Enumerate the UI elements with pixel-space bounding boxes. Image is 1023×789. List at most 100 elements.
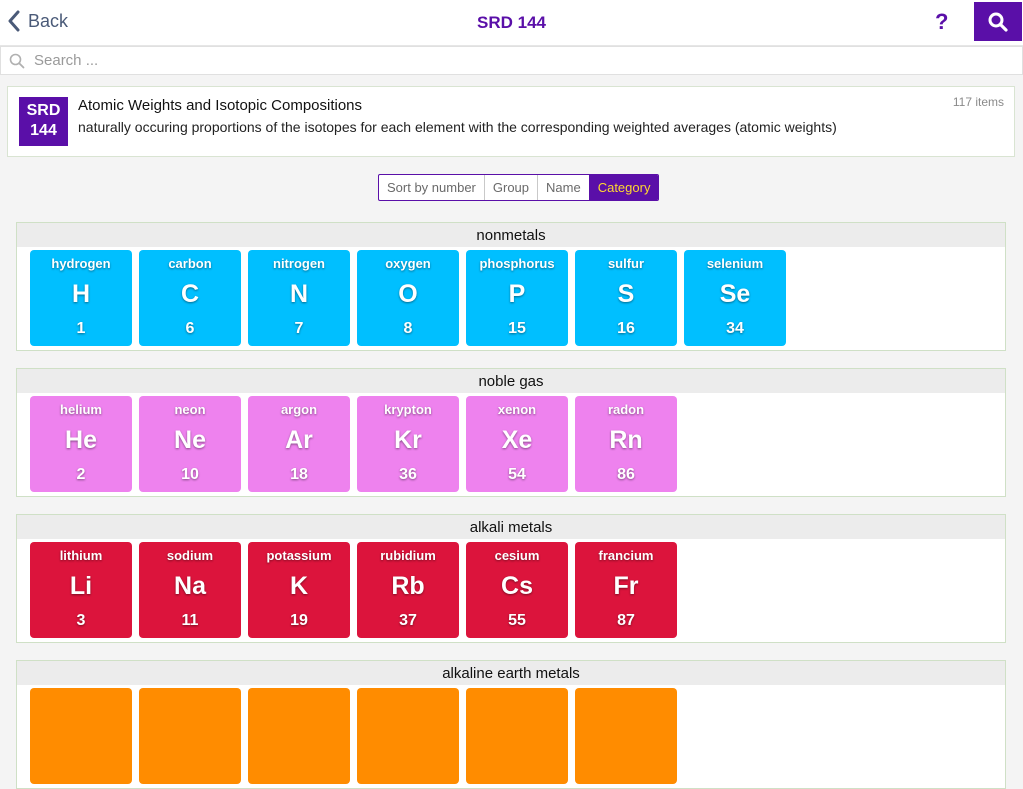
element-tile[interactable]: rubidium Rb 37 [357, 542, 459, 638]
element-tile[interactable]: phosphorus P 15 [466, 250, 568, 346]
element-symbol: K [289, 572, 309, 600]
search-input[interactable] [34, 52, 934, 69]
search-icon [9, 53, 25, 68]
element-tile[interactable]: hydrogen H 1 [30, 250, 132, 346]
category-header: alkaline earth metals [17, 661, 1005, 685]
element-symbol: He [65, 426, 97, 454]
element-number: 87 [617, 612, 635, 629]
element-tile[interactable] [139, 688, 241, 784]
element-tile[interactable]: nitrogen N 7 [248, 250, 350, 346]
element-tile[interactable]: potassium K 19 [248, 542, 350, 638]
element-tiles: lithium Li 3 sodium Na 11 potassium K 19 rubidium… [30, 542, 684, 638]
element-tile[interactable]: lithium Li 3 [30, 542, 132, 638]
element-name: lithium [59, 548, 103, 563]
element-number: 55 [508, 612, 526, 629]
element-symbol: C [180, 280, 200, 308]
category-group: alkali metals lithium Li 3 sodium Na 11 potassi… [16, 514, 1006, 643]
element-symbol: H [71, 280, 91, 308]
element-name: nitrogen [273, 256, 325, 271]
category-group: alkaline earth metals [16, 660, 1006, 789]
element-number: 11 [181, 612, 199, 629]
element-tiles [30, 688, 684, 784]
element-name: carbon [168, 256, 212, 271]
sort-by-group-option[interactable]: Group [483, 175, 537, 200]
back-button[interactable]: Back [8, 10, 68, 32]
element-tile[interactable]: francium Fr 87 [575, 542, 677, 638]
element-tile[interactable] [466, 688, 568, 784]
element-symbol: P [508, 280, 526, 308]
category-header: noble gas [17, 369, 1005, 393]
element-symbol: Xe [501, 426, 533, 454]
element-tile[interactable]: helium He 2 [30, 396, 132, 492]
element-number: 16 [617, 320, 635, 337]
element-name: phosphorus [479, 256, 555, 271]
element-name: francium [598, 548, 654, 563]
category-group: noble gas helium He 2 neon Ne 10 argon Ar 18 krypt… [16, 368, 1006, 497]
element-tile[interactable]: xenon Xe 54 [466, 396, 568, 492]
element-number: 18 [290, 466, 308, 483]
element-name: sodium [166, 548, 214, 563]
element-tile[interactable]: sodium Na 11 [139, 542, 241, 638]
element-tile[interactable]: sulfur S 16 [575, 250, 677, 346]
element-tile[interactable] [575, 688, 677, 784]
chevron-left-icon [8, 10, 20, 32]
element-number: 19 [290, 612, 308, 629]
element-tile[interactable]: radon Rn 86 [575, 396, 677, 492]
sort-by-category-option[interactable]: Category [588, 175, 659, 200]
element-number: 37 [399, 612, 417, 629]
sort-by-name-option[interactable]: Name [537, 175, 589, 200]
element-name: argon [280, 402, 318, 417]
element-tile[interactable]: neon Ne 10 [139, 396, 241, 492]
element-symbol: Rn [609, 426, 643, 454]
element-name: helium [60, 402, 102, 417]
search-bar [0, 46, 1023, 75]
logo-line-1: SRD [26, 102, 61, 119]
element-tile[interactable]: selenium Se 34 [684, 250, 786, 346]
element-number: 8 [403, 320, 413, 337]
element-symbol: Rb [391, 572, 425, 600]
item-count: 117 items [952, 95, 1004, 109]
database-description: naturally occuring proportions of the is… [78, 119, 837, 135]
element-name: xenon [497, 402, 537, 417]
sort-segmented-control: Sort by number Group Name Category [378, 174, 660, 201]
database-title: Atomic Weights and Isotopic Compositions [78, 97, 363, 114]
element-number: 15 [508, 320, 526, 337]
element-tile[interactable]: krypton Kr 36 [357, 396, 459, 492]
element-number: 2 [76, 466, 86, 483]
element-symbol: Kr [394, 426, 422, 454]
element-number: 7 [294, 320, 304, 337]
element-tile[interactable]: cesium Cs 55 [466, 542, 568, 638]
element-tile[interactable]: oxygen O 8 [357, 250, 459, 346]
element-tile[interactable]: argon Ar 18 [248, 396, 350, 492]
element-symbol: Cs [501, 572, 533, 600]
element-name: oxygen [385, 256, 431, 271]
page-title: SRD 144 [477, 13, 546, 32]
element-number: 34 [726, 320, 744, 337]
sort-by-number-option[interactable]: Sort by number [379, 175, 484, 200]
element-tile[interactable] [248, 688, 350, 784]
element-symbol: Ar [285, 426, 313, 454]
element-symbol: Li [69, 572, 93, 600]
category-group: nonmetals hydrogen H 1 carbon C 6 nitrogen N 7 oxy… [16, 222, 1006, 351]
element-number: 54 [508, 466, 526, 483]
element-tiles: helium He 2 neon Ne 10 argon Ar 18 krypton Kr 36 xen… [30, 396, 684, 492]
element-name: selenium [706, 256, 764, 271]
search-button[interactable] [974, 2, 1022, 41]
element-name: potassium [266, 548, 332, 563]
element-tile[interactable]: carbon C 6 [139, 250, 241, 346]
category-header: alkali metals [17, 515, 1005, 539]
database-card[interactable]: SRD 144 Atomic Weights and Isotopic Comp… [7, 86, 1015, 157]
element-tile[interactable] [30, 688, 132, 784]
element-symbol: N [289, 280, 309, 308]
element-symbol: O [398, 280, 418, 308]
element-tile[interactable] [357, 688, 459, 784]
element-number: 3 [76, 612, 86, 629]
element-symbol: S [617, 280, 635, 308]
element-tiles: hydrogen H 1 carbon C 6 nitrogen N 7 oxygen O 8 phos… [30, 250, 793, 346]
element-name: rubidium [380, 548, 436, 563]
category-header: nonmetals [17, 223, 1005, 247]
element-name: sulfur [607, 256, 645, 271]
element-number: 10 [181, 466, 199, 483]
help-button[interactable]: ? [935, 9, 948, 35]
element-symbol: Se [719, 280, 751, 308]
